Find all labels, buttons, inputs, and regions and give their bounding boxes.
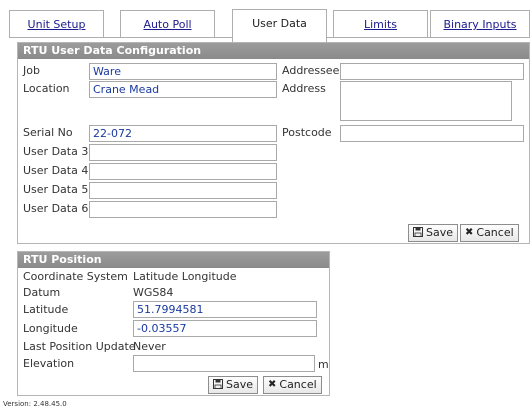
position-cancel-button[interactable]: ✖ Cancel	[263, 376, 322, 394]
tab-binary-inputs[interactable]: Binary Inputs	[430, 10, 530, 38]
x-icon: ✖	[465, 227, 474, 238]
user-data-6-input[interactable]	[89, 201, 277, 218]
postcode-input[interactable]	[340, 125, 524, 142]
job-label: Job	[23, 64, 40, 77]
job-input[interactable]	[89, 63, 277, 80]
rtu-position-panel-title: RTU Position	[18, 252, 329, 268]
coordinate-system-value: Latitude Longitude	[133, 270, 237, 283]
location-label: Location	[23, 82, 70, 95]
rtu-position-panel: RTU Position Coordinate System Latitude …	[17, 251, 330, 396]
addressee-label: Addressee	[282, 64, 340, 77]
location-input[interactable]	[89, 81, 277, 98]
version-text: Version: 2.48.45.0	[3, 400, 67, 408]
elevation-label: Elevation	[23, 357, 75, 370]
latitude-label: Latitude	[23, 303, 69, 316]
datum-value: WGS84	[133, 286, 174, 299]
address-textarea[interactable]	[340, 81, 512, 121]
save-label: Save	[426, 226, 454, 239]
longitude-label: Longitude	[23, 322, 78, 335]
postcode-label: Postcode	[282, 126, 332, 139]
last-position-update-value: Never	[133, 340, 166, 353]
user-data-3-input[interactable]	[89, 144, 277, 161]
serial-no-input[interactable]	[89, 125, 277, 142]
tab-bar: Unit Setup Auto Poll User Data Limits Bi…	[0, 0, 530, 42]
tab-unit-setup[interactable]: Unit Setup	[9, 10, 104, 38]
tab-limits[interactable]: Limits	[333, 10, 428, 38]
tab-auto-poll[interactable]: Auto Poll	[120, 10, 215, 38]
addressee-input[interactable]	[340, 63, 524, 80]
user-data-panel: RTU User Data Configuration Job Location…	[17, 42, 530, 244]
latitude-input[interactable]	[133, 301, 317, 318]
user-data-5-input[interactable]	[89, 182, 277, 199]
user-data-panel-title: RTU User Data Configuration	[18, 43, 529, 59]
position-save-button[interactable]: Save	[208, 376, 259, 394]
save-label: Save	[226, 378, 254, 391]
user-data-4-input[interactable]	[89, 163, 277, 180]
cancel-label: Cancel	[279, 378, 317, 391]
longitude-input[interactable]	[133, 320, 317, 337]
floppy-disk-icon	[213, 378, 223, 392]
serial-no-label: Serial No	[23, 126, 73, 139]
user-data-4-label: User Data 4	[23, 164, 89, 177]
tab-user-data[interactable]: User Data	[232, 9, 327, 42]
elevation-input[interactable]	[133, 355, 315, 372]
user-data-5-label: User Data 5	[23, 183, 89, 196]
user-data-6-label: User Data 6	[23, 202, 89, 215]
address-label: Address	[282, 82, 326, 95]
cancel-label: Cancel	[476, 226, 514, 239]
datum-label: Datum	[23, 286, 61, 299]
coordinate-system-label: Coordinate System	[23, 270, 128, 283]
user-data-3-label: User Data 3	[23, 145, 89, 158]
floppy-disk-icon	[413, 226, 423, 240]
x-icon: ✖	[268, 379, 277, 390]
last-position-update-label: Last Position Update	[23, 340, 136, 353]
elevation-unit: m	[318, 358, 329, 371]
user-data-save-button[interactable]: Save	[408, 224, 459, 242]
user-data-cancel-button[interactable]: ✖ Cancel	[460, 224, 519, 242]
